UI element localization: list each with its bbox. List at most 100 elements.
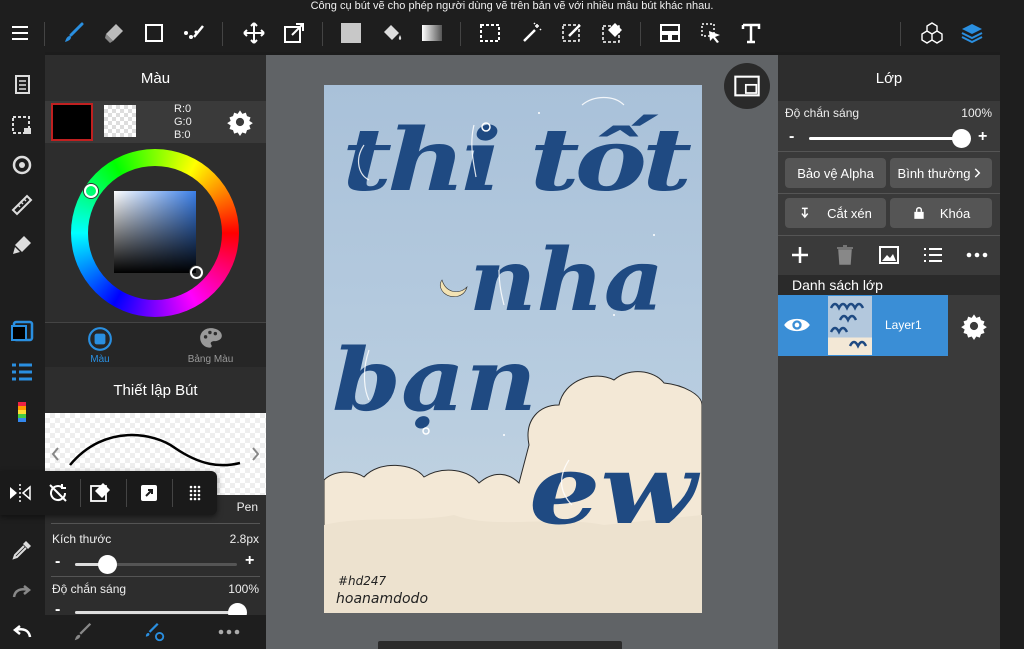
primary-color-swatch[interactable] xyxy=(51,103,93,141)
clip-button[interactable]: Cắt xén xyxy=(785,198,886,228)
tool-tooltip: Công cụ bút vẽ cho phép người dùng vẽ tr… xyxy=(310,0,714,12)
move-tool-button[interactable] xyxy=(234,14,274,52)
secondary-color-swatch[interactable] xyxy=(104,105,136,137)
hue-handle[interactable] xyxy=(84,184,98,198)
color-panel-toggle[interactable] xyxy=(4,315,40,349)
tab-color-label: Màu xyxy=(90,354,110,365)
pages-button[interactable] xyxy=(4,68,40,102)
quick-bar-settings-button[interactable] xyxy=(175,477,215,509)
share-button[interactable] xyxy=(129,477,169,509)
layer-opacity-thumb[interactable] xyxy=(952,129,971,148)
blend-mode-button[interactable]: Bình thường xyxy=(890,158,992,188)
redo-button[interactable] xyxy=(4,574,40,608)
bucket-tool-button[interactable] xyxy=(372,14,412,52)
eye-icon xyxy=(784,318,810,332)
layer-row[interactable]: Layer1 xyxy=(778,295,948,356)
layers-icon xyxy=(961,24,983,44)
brush-opacity-slider[interactable] xyxy=(75,603,247,622)
value-handle[interactable] xyxy=(190,266,203,279)
frame-divider-button[interactable] xyxy=(650,14,690,52)
trash-icon xyxy=(837,245,853,265)
layers-button[interactable] xyxy=(952,14,992,52)
menu-button[interactable] xyxy=(0,14,40,52)
layer-settings-button[interactable] xyxy=(960,312,988,340)
ruler-button[interactable] xyxy=(4,188,40,222)
dot-pen-icon xyxy=(184,25,204,39)
marker-icon xyxy=(13,236,31,254)
tab-color[interactable]: Màu xyxy=(45,323,155,367)
add-layer-button[interactable] xyxy=(788,243,812,267)
eyedropper-button[interactable] xyxy=(4,533,40,567)
select-eraser-button[interactable] xyxy=(592,14,632,52)
layer-more-button[interactable] xyxy=(965,243,989,267)
size-increase-button[interactable]: + xyxy=(245,552,254,570)
artwork-canvas[interactable]: thi tốt nha bạn ew #hd247 hoanamdodo xyxy=(324,85,702,613)
layer-panel-title: Lớp xyxy=(875,70,903,87)
blend-mode-label: Bình thường xyxy=(897,165,971,181)
flip-horizontal-button[interactable] xyxy=(0,477,40,509)
color-tab-icon xyxy=(88,327,112,351)
shape-tool-button[interactable] xyxy=(134,14,174,52)
eraser-tool-button[interactable] xyxy=(94,14,134,52)
select-tool-button[interactable] xyxy=(470,14,510,52)
canvas-area[interactable]: thi tốt nha bạn ew #hd247 hoanamdodo xyxy=(266,55,778,649)
list-menu-icon xyxy=(924,248,942,262)
dot-pen-tool-button[interactable] xyxy=(174,14,214,52)
operation-tool-button[interactable] xyxy=(691,14,731,52)
fill-color-button[interactable] xyxy=(331,14,371,52)
clip-label: Cắt xén xyxy=(827,205,872,221)
brush-gear-icon xyxy=(145,622,165,642)
brush-bottom-tab-brush[interactable] xyxy=(65,619,101,645)
layer-list-mode-button[interactable] xyxy=(921,243,945,267)
color-settings-button[interactable] xyxy=(226,108,254,136)
size-slider[interactable] xyxy=(75,555,237,574)
delete-layer-button[interactable] xyxy=(833,243,857,267)
brush-tool-button[interactable] xyxy=(54,14,94,52)
rgb-blue: B:0 xyxy=(174,129,191,141)
brush-bottom-tab-settings[interactable] xyxy=(137,619,173,645)
clear-layer-icon xyxy=(90,483,110,502)
gradient-tool-button[interactable] xyxy=(412,14,452,52)
marquee-icon xyxy=(480,24,500,42)
layer-panel: Lớp Độ chắn sáng 100% - + Bảo vệ Alpha B… xyxy=(778,55,1000,649)
select-pen-button[interactable] xyxy=(552,14,592,52)
layer-opacity-increase[interactable]: + xyxy=(978,128,987,146)
navigator-toggle-button[interactable] xyxy=(724,63,770,109)
eraser-icon xyxy=(105,24,123,43)
brush-panel-toggle[interactable] xyxy=(4,355,40,389)
size-decrease-button[interactable]: - xyxy=(55,553,60,571)
layer-thumbnail xyxy=(828,296,872,355)
saturation-value-square[interactable] xyxy=(114,191,196,273)
text-tool-button[interactable] xyxy=(731,14,771,52)
fill-square-icon xyxy=(341,23,361,43)
brush-more-button[interactable] xyxy=(211,619,247,645)
list-icon xyxy=(12,363,32,381)
add-image-layer-button[interactable] xyxy=(877,243,901,267)
color-panel: Màu R:0 G:0 B:0 Màu Bảng Màu Thiết lập B… xyxy=(45,55,266,649)
transform-tool-button[interactable] xyxy=(274,14,314,52)
size-value: 2.8px xyxy=(229,532,259,546)
lock-button[interactable]: Khóa xyxy=(890,198,992,228)
undo-button[interactable] xyxy=(4,614,40,648)
layer-visibility-toggle[interactable] xyxy=(782,311,814,339)
filter-button[interactable] xyxy=(4,228,40,262)
select-pen-icon xyxy=(562,24,581,42)
color-set-toggle[interactable] xyxy=(4,395,40,429)
reset-rotation-button[interactable] xyxy=(38,477,78,509)
magic-wand-button[interactable] xyxy=(512,14,552,52)
color-swatch-icon xyxy=(11,320,34,342)
grid-dots-icon xyxy=(189,485,201,501)
materials-button[interactable] xyxy=(912,14,952,52)
rotate-view-button[interactable] xyxy=(4,148,40,182)
layer-opacity-slider[interactable] xyxy=(809,129,971,148)
size-slider-thumb[interactable] xyxy=(98,555,118,574)
layer-opacity-decrease[interactable]: - xyxy=(789,128,794,146)
tab-palette[interactable]: Bảng Màu xyxy=(155,323,266,367)
rotate-reset-icon xyxy=(49,484,67,502)
protect-alpha-button[interactable]: Bảo vệ Alpha xyxy=(785,158,886,188)
brush-opacity-decrease[interactable]: - xyxy=(55,601,60,613)
artwork-drawing: thi tốt nha bạn ew #hd247 hoanamdodo xyxy=(324,96,702,613)
clear-layer-button[interactable] xyxy=(80,477,120,509)
selection-button[interactable] xyxy=(4,108,40,142)
rgb-green: G:0 xyxy=(174,116,192,128)
